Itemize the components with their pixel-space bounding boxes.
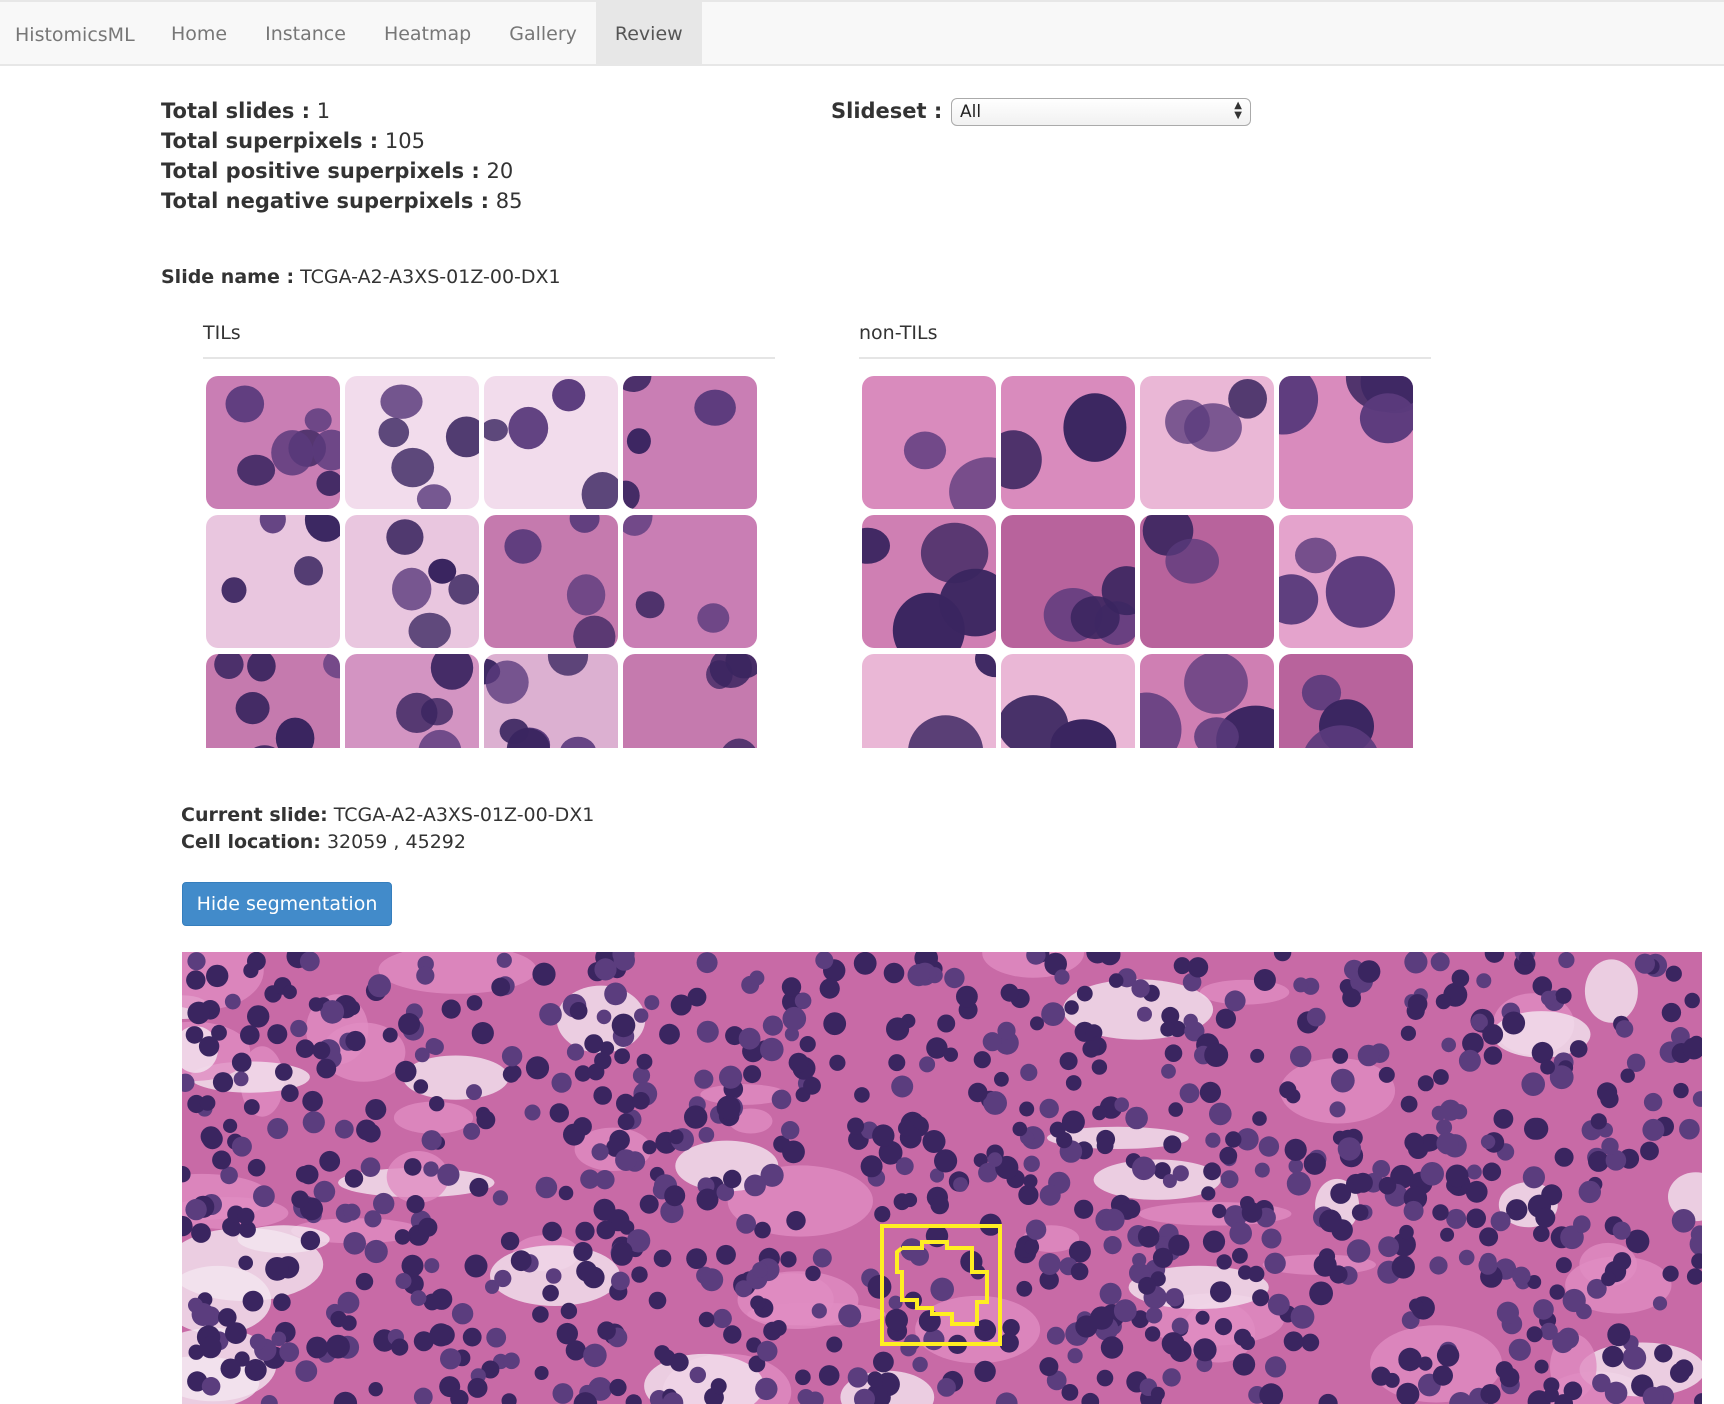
gallery-thumbnail[interactable]: [484, 515, 618, 648]
current-cell-info: Current slide: TCGA-A2-A3XS-01Z-00-DX1 C…: [181, 802, 594, 856]
non-tils-divider: [859, 357, 1431, 359]
total-negative-label: Total negative superpixels :: [161, 189, 490, 213]
slideset-select[interactable]: All ▲ ▼: [951, 98, 1251, 126]
gallery-thumbnail[interactable]: [1140, 376, 1274, 509]
total-superpixels-row: Total superpixels : 105: [161, 126, 523, 156]
total-positive-value: 20: [486, 159, 514, 183]
total-slides-value: 1: [316, 99, 331, 123]
slide-viewer[interactable]: [182, 952, 1702, 1404]
gallery-thumbnail[interactable]: [206, 654, 340, 748]
slide-name-label: Slide name :: [161, 266, 295, 288]
total-slides-row: Total slides : 1: [161, 96, 523, 126]
cell-location-label: Cell location:: [181, 831, 321, 853]
non-tils-gallery-title: non-TILs: [859, 322, 938, 344]
hide-segmentation-button[interactable]: Hide segmentation: [182, 882, 392, 926]
gallery-thumbnail[interactable]: [623, 654, 757, 748]
slide-name: Slide name : TCGA-A2-A3XS-01Z-00-DX1: [161, 266, 561, 288]
gallery-thumbnail[interactable]: [484, 654, 618, 748]
total-slides-label: Total slides :: [161, 99, 311, 123]
current-slide-value: TCGA-A2-A3XS-01Z-00-DX1: [333, 804, 595, 826]
review-page: HistomicsML Home Instance Heatmap Galler…: [0, 0, 1724, 1404]
tils-gallery-grid: [206, 376, 758, 748]
gallery-thumbnail[interactable]: [1279, 654, 1413, 748]
total-superpixels-label: Total superpixels :: [161, 129, 379, 153]
tils-divider: [203, 357, 775, 359]
total-positive-label: Total positive superpixels :: [161, 159, 480, 183]
total-superpixels-value: 105: [384, 129, 425, 153]
slideset-selected-value: All: [960, 102, 982, 122]
nav-instance[interactable]: Instance: [246, 0, 365, 66]
gallery-thumbnail[interactable]: [206, 376, 340, 509]
gallery-thumbnail[interactable]: [484, 376, 618, 509]
gallery-thumbnail[interactable]: [1001, 376, 1135, 509]
current-slide-row: Current slide: TCGA-A2-A3XS-01Z-00-DX1: [181, 802, 594, 829]
gallery-thumbnail[interactable]: [345, 654, 479, 748]
gallery-thumbnail[interactable]: [862, 515, 996, 648]
nav-review[interactable]: Review: [595, 0, 702, 66]
nav-heatmap[interactable]: Heatmap: [365, 0, 490, 66]
gallery-thumbnail[interactable]: [623, 515, 757, 648]
gallery-thumbnail[interactable]: [345, 376, 479, 509]
tils-gallery-title: TILs: [203, 322, 241, 344]
gallery-thumbnail[interactable]: [1140, 654, 1274, 748]
total-negative-value: 85: [495, 189, 523, 213]
gallery-thumbnail[interactable]: [623, 376, 757, 509]
non-tils-gallery-grid: [862, 376, 1414, 748]
gallery-thumbnail[interactable]: [1001, 515, 1135, 648]
dataset-stats: Total slides : 1 Total superpixels : 105…: [161, 96, 523, 216]
gallery-thumbnail[interactable]: [862, 376, 996, 509]
cell-location-row: Cell location: 32059 , 45292: [181, 829, 594, 856]
slide-image: [182, 952, 1702, 1404]
select-arrows-icon: ▲ ▼: [1234, 100, 1242, 121]
gallery-thumbnail[interactable]: [1140, 515, 1274, 648]
nav-home[interactable]: Home: [152, 0, 246, 66]
gallery-thumbnail[interactable]: [345, 515, 479, 648]
gallery-thumbnail[interactable]: [1279, 515, 1413, 648]
current-slide-label: Current slide:: [181, 804, 328, 826]
gallery-thumbnail[interactable]: [862, 654, 996, 748]
gallery-thumbnail[interactable]: [1001, 654, 1135, 748]
slide-name-value: TCGA-A2-A3XS-01Z-00-DX1: [300, 266, 561, 288]
nav-tabs: Home Instance Heatmap Gallery Review: [152, 0, 702, 66]
total-positive-row: Total positive superpixels : 20: [161, 156, 523, 186]
gallery-thumbnail[interactable]: [1279, 376, 1413, 509]
top-navbar: HistomicsML Home Instance Heatmap Galler…: [0, 0, 1724, 66]
gallery-thumbnail[interactable]: [206, 515, 340, 648]
nav-gallery[interactable]: Gallery: [490, 0, 596, 66]
brand-link[interactable]: HistomicsML: [15, 2, 135, 68]
cell-location-value: 32059 , 45292: [326, 831, 466, 853]
total-negative-row: Total negative superpixels : 85: [161, 186, 523, 216]
slideset-label: Slideset :: [831, 99, 943, 123]
